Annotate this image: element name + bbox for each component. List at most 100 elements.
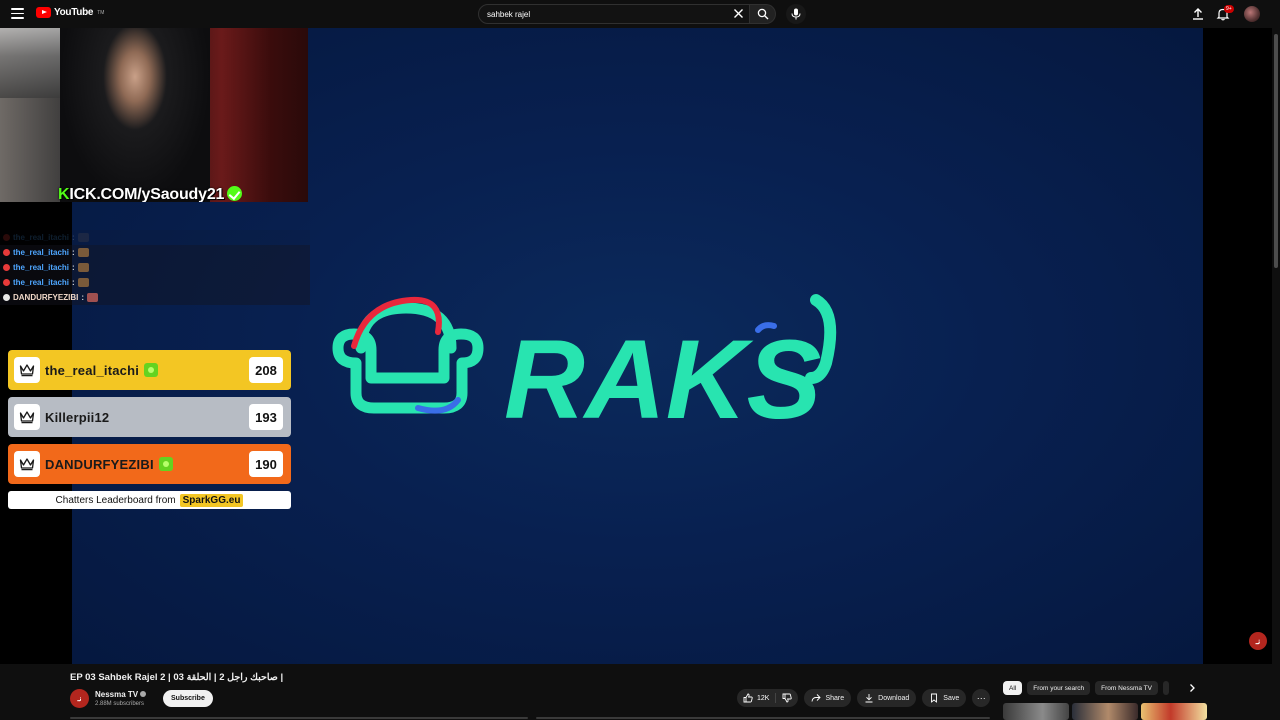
dislike-button[interactable]: [776, 689, 798, 707]
verified-check-icon: [227, 186, 243, 201]
chat-message: the_real_itachi:: [0, 245, 310, 260]
chat-badge-icon: [3, 264, 10, 271]
chat-message: the_real_itachi:: [0, 230, 310, 245]
search-box: [478, 4, 750, 24]
leaderboard-row: the_real_itachi 208: [8, 350, 291, 390]
youtube-watch-page: YouTubeTM 9+: [0, 0, 1280, 720]
chat-separator: :: [72, 233, 75, 242]
couch-icon: [332, 296, 484, 414]
verified-icon: [140, 691, 147, 697]
notification-badge: 9+: [1224, 5, 1234, 13]
leaderboard-row: Killerpii12 193: [8, 397, 291, 437]
webcam-background: [0, 28, 60, 98]
scrollbar-thumb[interactable]: [1274, 34, 1278, 268]
share-label: Share: [825, 694, 845, 702]
chat-message: the_real_itachi:: [0, 260, 310, 275]
placeholder-bar: [536, 717, 990, 719]
thumbs-up-icon: [743, 693, 753, 703]
chat-separator: :: [81, 293, 85, 302]
leaderboard-row: DANDURFYEZIBI 190: [8, 444, 291, 484]
video-actions: 12K Share Download Save ···: [737, 689, 991, 707]
leaderboard-score: 193: [249, 404, 283, 430]
thumbs-down-icon: [783, 693, 793, 703]
leaderboard-score: 190: [249, 451, 283, 477]
avatar[interactable]: [1244, 6, 1260, 22]
subscriber-count: 2.88M subscribers: [95, 701, 145, 707]
chat-separator: :: [72, 248, 75, 257]
leaderboard-score: 208: [249, 357, 283, 383]
channel-name[interactable]: Nessma TV: [95, 690, 147, 699]
chat-username: the_real_itachi: [13, 278, 70, 287]
raks-logo: RAKS: [332, 294, 837, 428]
emote-icon: [77, 233, 89, 242]
chat-separator: :: [72, 278, 75, 287]
streamer-image: [60, 28, 210, 202]
chat-badge-icon: [3, 294, 10, 301]
filter-chip[interactable]: From Nessma TV: [1095, 681, 1158, 695]
like-button[interactable]: 12K: [737, 689, 775, 707]
search-button[interactable]: [750, 4, 776, 24]
leaderboard-footer-text: Chatters Leaderboard from: [55, 494, 176, 506]
emote-icon: [77, 248, 89, 257]
subscribe-button[interactable]: Subscribe: [163, 690, 213, 707]
raks-wordmark: RAKS: [504, 317, 821, 428]
crown-icon: [14, 357, 40, 383]
chat-badge-icon: [3, 279, 10, 286]
video-details: EP 03 Sahbek Rajel 2 | صاحبك راجل 2 | ال…: [0, 664, 1280, 720]
download-button[interactable]: Download: [857, 689, 917, 707]
filter-chip-overflow[interactable]: [1162, 681, 1169, 695]
leaderboard-brand: SparkGG.eu: [179, 493, 244, 507]
search-input[interactable]: [487, 9, 727, 19]
like-count: 12K: [757, 694, 770, 702]
webcam-overlay: KICK.COM/ySaoudy21: [0, 28, 308, 202]
emote-icon: [77, 278, 89, 287]
leaderboard-name: Killerpii12: [45, 409, 110, 425]
related-filter-chips: All From your search From Nessma TV: [1003, 681, 1169, 695]
chat-badge-icon: [3, 249, 10, 256]
download-icon: [865, 694, 873, 703]
upload-icon[interactable]: [1191, 7, 1205, 21]
channel-avatar[interactable]: نـ: [70, 689, 89, 708]
bookmark-icon: [931, 693, 938, 703]
like-dislike-group: 12K: [737, 689, 799, 707]
chevron-right-icon[interactable]: [1187, 683, 1197, 693]
share-icon: [812, 694, 822, 702]
leaderboard-footer: Chatters Leaderboard from SparkGG.eu: [8, 491, 291, 509]
emote-icon: [87, 293, 99, 302]
crown-icon: [14, 451, 40, 477]
video-player[interactable]: KICK.COM/ySaoudy21 the_real_itachi: the_r…: [0, 28, 1280, 664]
chat-username: the_real_itachi: [13, 263, 70, 272]
chat-username: the_real_itachi: [13, 248, 70, 257]
filter-chip[interactable]: All: [1003, 681, 1023, 695]
chat-username: DANDURFYEZIBI: [13, 293, 79, 302]
leaderboard-name: DANDURFYEZIBI: [45, 456, 154, 472]
close-icon[interactable]: [733, 8, 744, 19]
chat-separator: :: [72, 263, 75, 272]
stream-chat: the_real_itachi: the_real_itachi: the_real…: [0, 230, 310, 305]
voice-search-button[interactable]: [786, 4, 806, 24]
chat-username: the_real_itachi: [13, 233, 70, 242]
video-title: EP 03 Sahbek Rajel 2 | صاحبك راجل 2 | ال…: [70, 672, 284, 683]
chat-message: the_real_itachi:: [0, 275, 310, 290]
leaderboard-name: the_real_itachi: [45, 362, 140, 378]
chatters-leaderboard: the_real_itachi 208 Killerpii12 193 DANDURFY…: [8, 350, 291, 509]
more-actions-button[interactable]: ···: [972, 689, 991, 707]
search-icon: [757, 8, 768, 20]
save-button[interactable]: Save: [922, 689, 967, 707]
chat-message: DANDURFYEZIBI:: [0, 290, 310, 305]
emote-icon: [77, 263, 89, 272]
save-label: Save: [943, 694, 960, 702]
youtube-logo[interactable]: YouTube TM: [36, 7, 104, 18]
chat-badge-icon: [158, 457, 173, 471]
logo-text: YouTube: [54, 7, 94, 18]
crown-icon: [14, 404, 40, 430]
youtube-play-icon: [36, 7, 51, 18]
menu-icon[interactable]: [11, 8, 24, 19]
mic-icon: [791, 8, 801, 20]
share-button[interactable]: Share: [804, 689, 852, 707]
logo-trademark: TM: [97, 9, 105, 16]
chat-badge-icon: [3, 234, 10, 241]
channel-watermark[interactable]: نـ: [1249, 632, 1267, 650]
filter-chip[interactable]: From your search: [1027, 681, 1091, 695]
kick-caption: KICK.COM/ySaoudy21: [58, 186, 243, 202]
